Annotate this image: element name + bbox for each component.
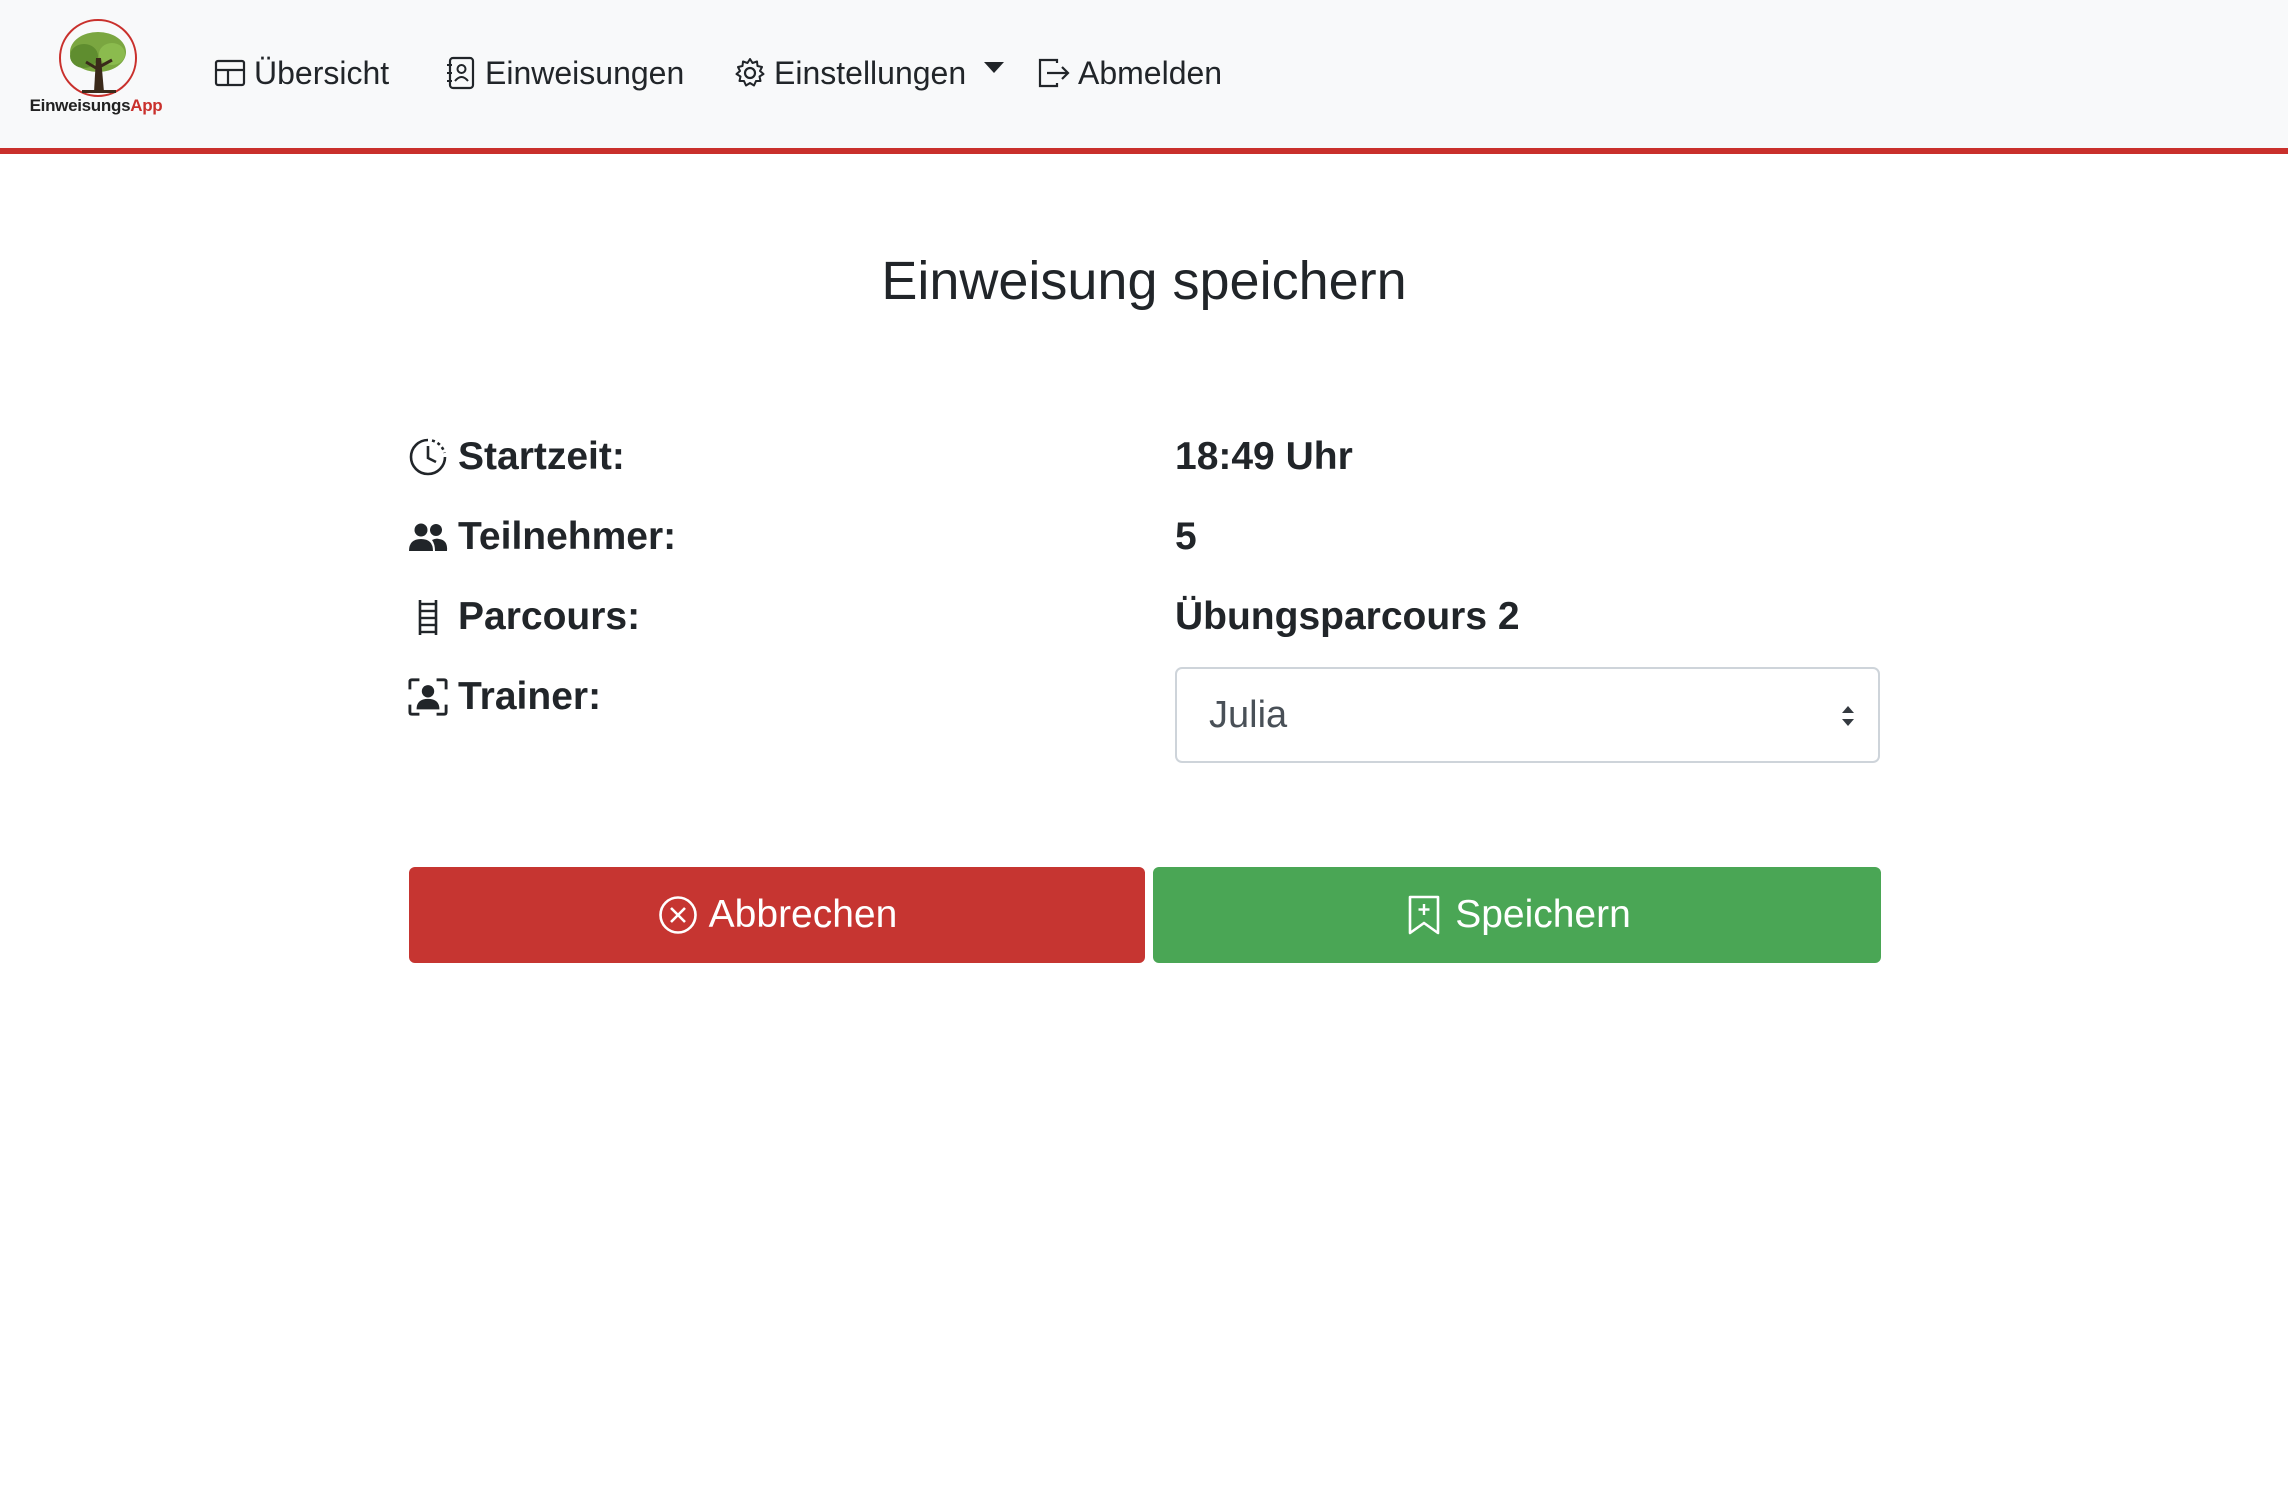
participants-label: Teilnehmer: [408, 507, 676, 567]
trainer-select[interactable]: Julia [1175, 667, 1880, 763]
person-badge-icon [408, 675, 448, 719]
ladder-icon [408, 595, 448, 639]
start-time-row: Startzeit: 18:49 Uhr [408, 427, 1880, 487]
contact-book-icon [443, 55, 479, 91]
nav-item-uebersicht[interactable]: Übersicht [212, 48, 389, 98]
course-value: Übungsparcours 2 [1175, 595, 1520, 638]
app-logo[interactable]: EinweisungsApp [26, 18, 166, 128]
save-button[interactable]: Speichern [1153, 867, 1881, 963]
logout-icon [1036, 55, 1072, 91]
course-row: Parcours: Übungsparcours 2 [408, 587, 1880, 647]
start-time-value: 18:49 Uhr [1175, 435, 1353, 478]
gear-icon [732, 55, 768, 91]
cancel-button-label: Abbrechen [708, 893, 898, 936]
start-time-label: Startzeit: [408, 427, 625, 487]
trainer-row: Trainer: Julia [408, 667, 1880, 767]
page-title: Einweisung speichern [881, 251, 1407, 311]
cancel-button[interactable]: Abbrechen [409, 867, 1145, 963]
nav-item-einstellungen-dropdown[interactable]: Einstellungen [732, 48, 1005, 98]
save-button-label: Speichern [1455, 893, 1631, 936]
course-label: Parcours: [408, 587, 640, 647]
clock-icon [408, 435, 448, 479]
bookmark-plus-icon [1403, 894, 1445, 936]
select-arrows-icon [1842, 706, 1854, 726]
nav-label: Übersicht [254, 54, 390, 91]
top-navbar: EinweisungsApp Übersicht Einweisungen Ei… [0, 0, 2288, 154]
nav-label: Abmelden [1078, 54, 1223, 91]
people-icon [408, 515, 448, 559]
trainer-label: Trainer: [408, 667, 601, 727]
nav-label: Einweisungen [485, 54, 685, 91]
logo-text: EinweisungsApp [29, 96, 163, 115]
chevron-down-icon [984, 61, 1005, 73]
nav-label: Einstellungen [774, 54, 967, 91]
trainer-select-value: Julia [1209, 693, 1288, 736]
participants-value: 5 [1175, 515, 1197, 558]
participants-row: Teilnehmer: 5 [408, 507, 1880, 567]
x-circle-icon [657, 894, 699, 936]
nav-item-abmelden[interactable]: Abmelden [1036, 48, 1222, 98]
nav-item-einweisungen[interactable]: Einweisungen [443, 48, 684, 98]
layout-icon [212, 55, 248, 91]
